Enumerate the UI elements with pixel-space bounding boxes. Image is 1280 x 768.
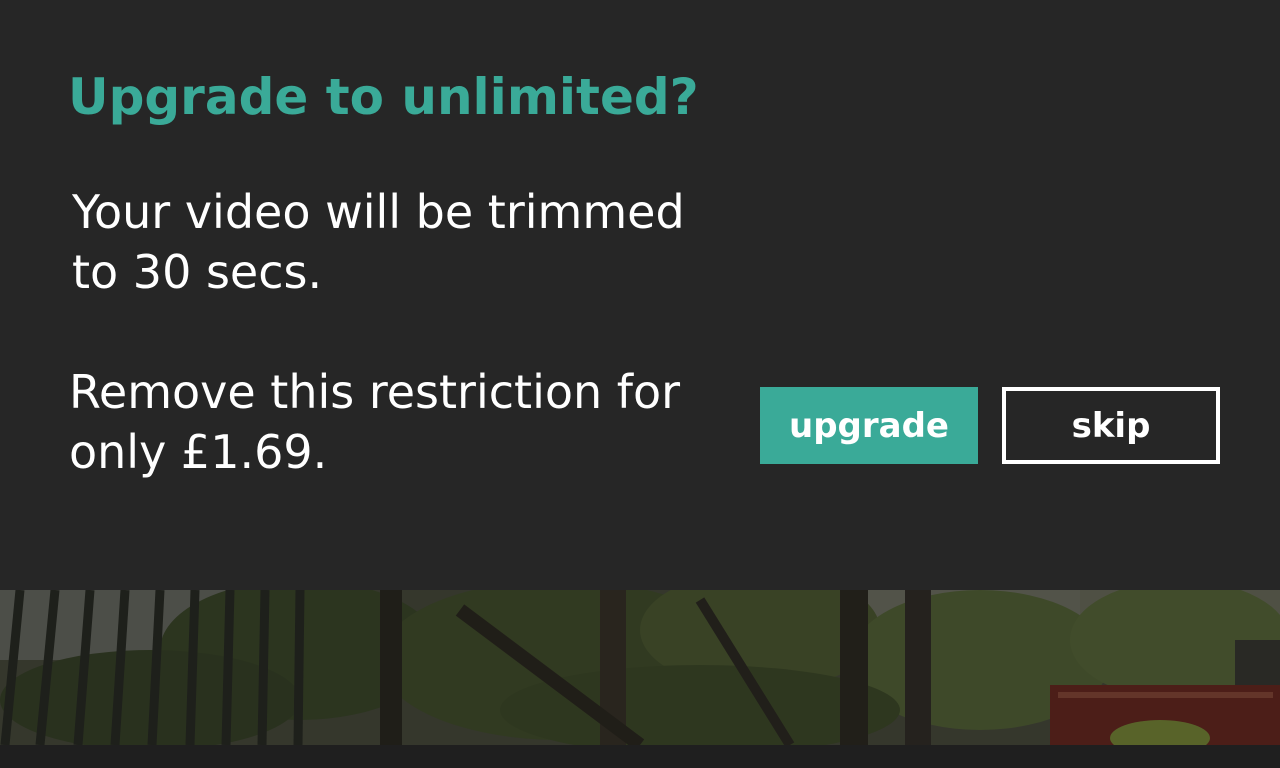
- skip-button[interactable]: skip: [1002, 387, 1220, 464]
- offer-message-line1: Remove this restriction for: [69, 365, 681, 419]
- trim-message-line2: to 30 secs.: [72, 245, 323, 299]
- upgrade-dialog: Upgrade to unlimited? Your video will be…: [0, 0, 1280, 590]
- bottom-bar: [0, 745, 1280, 768]
- offer-message-line2: only £1.69.: [69, 425, 328, 479]
- trim-message: Your video will be trimmed to 30 secs.: [72, 182, 685, 302]
- preview-overlay: [0, 590, 1280, 745]
- offer-message: Remove this restriction for only £1.69.: [69, 362, 680, 482]
- upgrade-button[interactable]: upgrade: [760, 387, 978, 464]
- video-preview: [0, 590, 1280, 745]
- trim-message-line1: Your video will be trimmed: [72, 185, 685, 239]
- dialog-title: Upgrade to unlimited?: [68, 68, 699, 126]
